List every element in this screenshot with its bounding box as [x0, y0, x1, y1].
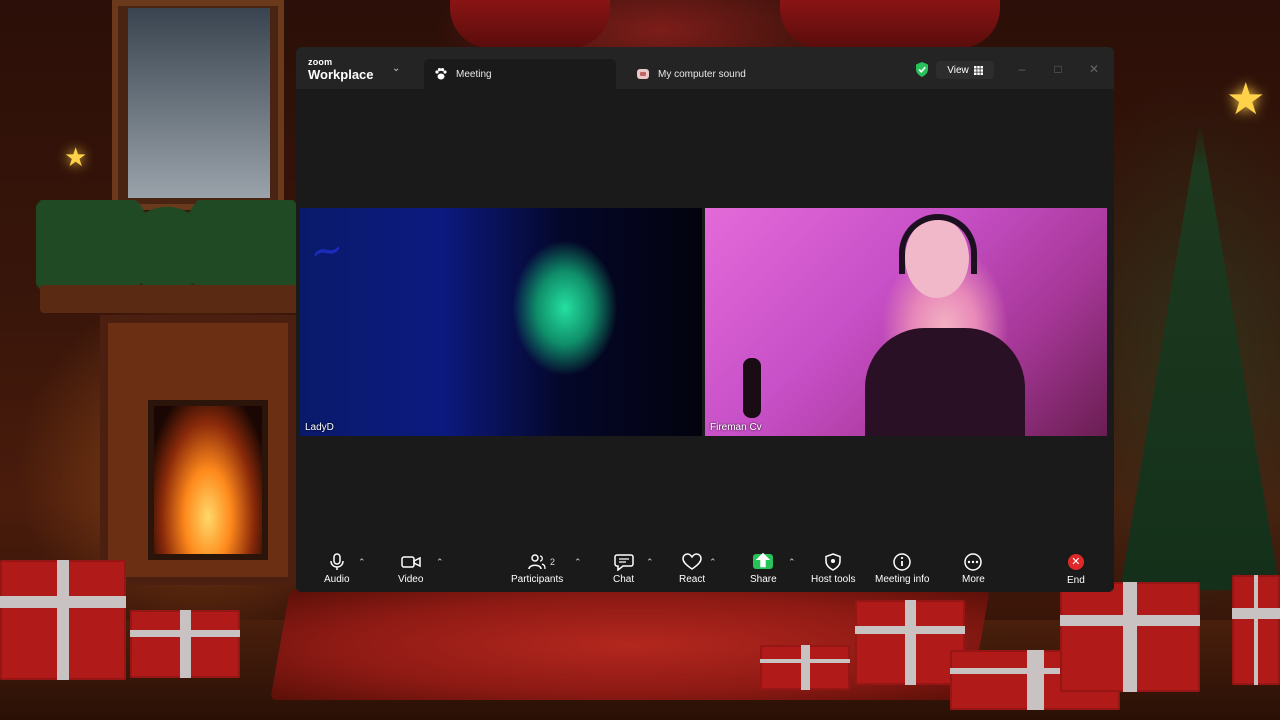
audio-options-chevron-icon[interactable]: ⌃: [358, 557, 366, 568]
end-button[interactable]: ✕ End: [1067, 553, 1085, 586]
meeting-toolbar: Audio ⌃ Video ⌃ Participants 2 ⌃ Chat ⌃ …: [296, 545, 1114, 592]
more-label: More: [962, 574, 985, 585]
microphone-icon: [330, 553, 344, 570]
chat-icon: [613, 554, 634, 571]
grid-icon: [973, 65, 983, 75]
end-label: End: [1067, 575, 1085, 586]
video-button[interactable]: Video: [398, 553, 423, 585]
view-button[interactable]: View: [936, 61, 994, 79]
chevron-down-icon[interactable]: ⌄: [392, 63, 400, 74]
meeting-info-label: Meeting info: [875, 574, 930, 585]
minimize-icon[interactable]: –: [1014, 61, 1030, 77]
chat-label: Chat: [613, 574, 635, 585]
heart-icon: [682, 553, 702, 570]
participants-options-chevron-icon[interactable]: ⌃: [574, 557, 582, 568]
participant-body: [865, 328, 1025, 436]
more-icon: [964, 553, 983, 571]
maximize-icon[interactable]: □: [1050, 61, 1066, 77]
share-screen-icon: [753, 552, 774, 569]
participants-label: Participants: [511, 574, 564, 585]
paw-icon: [435, 68, 447, 80]
share-button[interactable]: Share: [750, 552, 777, 585]
wall-drawing: ~: [306, 225, 348, 277]
mantel-star-icon: ★: [64, 142, 88, 172]
participant-name: Fireman Cv: [710, 422, 762, 433]
react-button[interactable]: React: [679, 553, 705, 585]
video-tile-fireman-cv[interactable]: Fireman Cv: [705, 208, 1107, 436]
fire: [148, 400, 268, 560]
zoom-window: zoom Workplace ⌄ Meeting My computer sou…: [296, 47, 1114, 592]
host-tools-label: Host tools: [811, 574, 856, 585]
participant-name: LadyD: [305, 422, 334, 433]
participant-count: 2: [550, 557, 556, 567]
gift-box: [855, 600, 965, 685]
garland: [36, 200, 298, 290]
participants-icon: [528, 554, 546, 570]
gift-box: [1232, 575, 1280, 685]
brand-name: Workplace: [308, 67, 374, 82]
curtain-right: [780, 0, 1000, 48]
tab-meeting[interactable]: Meeting: [424, 59, 616, 89]
gift-box: [0, 560, 126, 680]
tab-label: Meeting: [456, 68, 492, 80]
share-label: Share: [750, 574, 777, 585]
react-label: React: [679, 574, 706, 585]
share-options-chevron-icon[interactable]: ⌃: [788, 557, 796, 568]
shield-check-icon[interactable]: [915, 62, 929, 77]
gift-box: [760, 645, 850, 690]
chat-options-chevron-icon[interactable]: ⌃: [646, 557, 654, 568]
more-button[interactable]: More: [962, 553, 985, 585]
tab-label: My computer sound: [658, 68, 746, 80]
studio-microphone: [743, 358, 761, 418]
audio-button[interactable]: Audio: [324, 553, 350, 585]
title-bar: zoom Workplace ⌄ Meeting My computer sou…: [296, 47, 1114, 89]
view-label: View: [947, 64, 969, 76]
video-stage: ~ LadyD Fireman Cv: [296, 89, 1114, 545]
video-tile-ladyd[interactable]: ~ LadyD: [300, 208, 702, 436]
end-call-icon: ✕: [1067, 554, 1084, 570]
gift-box: [130, 610, 240, 678]
christmas-tree: [1120, 120, 1280, 590]
gift-box: [1060, 582, 1200, 692]
video-options-chevron-icon[interactable]: ⌃: [436, 557, 444, 568]
shield-icon: [825, 553, 841, 571]
video-label: Video: [398, 574, 424, 585]
tree-star-icon: ★: [1226, 75, 1266, 124]
speaker-icon: [637, 69, 649, 79]
headphones-icon: [899, 214, 977, 274]
react-options-chevron-icon[interactable]: ⌃: [709, 557, 717, 568]
mantel: [40, 285, 300, 313]
tab-computer-sound[interactable]: My computer sound: [626, 59, 856, 89]
brand-menu[interactable]: zoom Workplace: [308, 57, 374, 82]
audio-label: Audio: [324, 574, 350, 585]
video-camera-icon: [400, 556, 421, 568]
window-pane: [128, 8, 270, 198]
brand-small: zoom: [308, 57, 333, 67]
host-tools-button[interactable]: Host tools: [811, 553, 855, 585]
chat-button[interactable]: Chat: [613, 553, 634, 585]
curtain-left: [450, 0, 610, 48]
info-icon: [893, 553, 911, 571]
close-icon[interactable]: ✕: [1086, 61, 1102, 77]
meeting-info-button[interactable]: Meeting info: [875, 553, 929, 585]
participants-button[interactable]: Participants: [511, 553, 563, 585]
